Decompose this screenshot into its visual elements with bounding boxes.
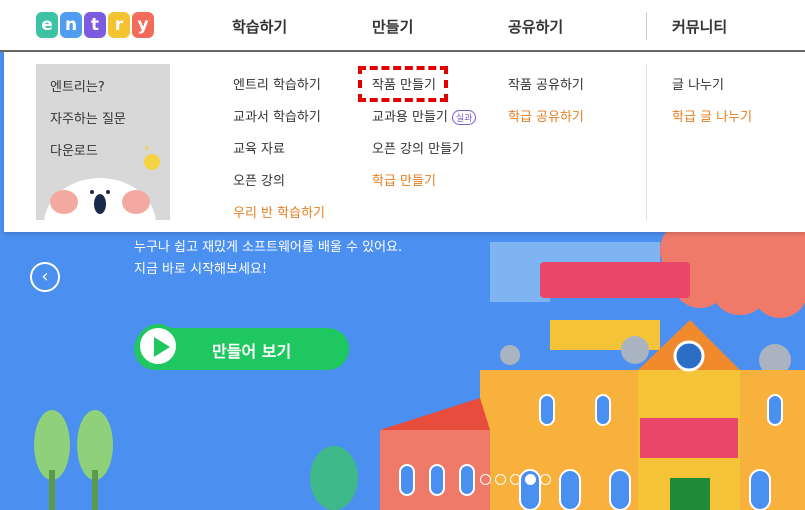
make-cta-button[interactable]: 만들어 보기 [134,324,349,370]
cta-label: 만들어 보기 [212,342,292,361]
logo-letter: r [108,12,130,38]
menu-learn-materials[interactable]: 교육 자료 [233,138,285,157]
logo-letter: e [36,12,58,38]
highlight-box [358,66,448,102]
carousel-dot[interactable] [540,474,551,485]
menu-make-open-lecture[interactable]: 오픈 강의 만들기 [372,138,464,157]
menu-learn-open-lecture[interactable]: 오픈 강의 [233,170,285,189]
nav-divider [646,12,647,40]
carousel-dot[interactable] [480,474,491,485]
play-icon [136,324,180,368]
menu-make-textbook[interactable]: 교과용 만들기 실과 [372,106,477,125]
menu-community-class-posts[interactable]: 학급 글 나누기 [672,106,752,125]
menu-learn-our-class[interactable]: 우리 반 학습하기 [233,202,325,221]
logo-letter: t [84,12,106,38]
menu-make-class[interactable]: 학급 만들기 [372,170,436,189]
carousel-dot[interactable] [525,474,536,485]
nav-learn[interactable]: 학습하기 [232,16,287,37]
help-panel: 엔트리는? 자주하는 질문 다운로드 [36,64,170,220]
carousel-indicators [480,474,551,485]
hero-tagline: 누구나 쉽고 재밌게 소프트웨어를 배울 수 있어요. [134,240,403,255]
nav-share[interactable]: 공유하기 [508,16,563,37]
nav-make[interactable]: 만들기 [372,16,413,37]
menu-share-project[interactable]: 작품 공유하기 [508,74,584,93]
menu-column-divider [646,64,647,220]
nav-community[interactable]: 커뮤니티 [672,16,727,37]
menu-learn-entry[interactable]: 엔트리 학습하기 [233,74,321,93]
menu-share-class[interactable]: 학급 공유하기 [508,106,584,125]
logo-letter: y [132,12,154,38]
mascot-illustration [44,145,160,220]
carousel-dot[interactable] [510,474,521,485]
practical-badge: 실과 [451,110,477,125]
menu-community-posts[interactable]: 글 나누기 [672,74,724,93]
carousel-prev-button[interactable]: ‹ [30,262,60,292]
chevron-left-icon: ‹ [41,266,49,287]
logo-letter: n [60,12,82,38]
menu-learn-textbook[interactable]: 교과서 학습하기 [233,106,321,125]
top-nav-bar: e n t r y 학습하기 만들기 공유하기 커뮤니티 [0,0,805,52]
menu-make-textbook-label: 교과용 만들기 [372,110,448,125]
hero-subtagline: 지금 바로 시작해보세요! [134,262,268,277]
carousel-dot[interactable] [495,474,506,485]
entry-logo[interactable]: e n t r y [36,12,154,38]
